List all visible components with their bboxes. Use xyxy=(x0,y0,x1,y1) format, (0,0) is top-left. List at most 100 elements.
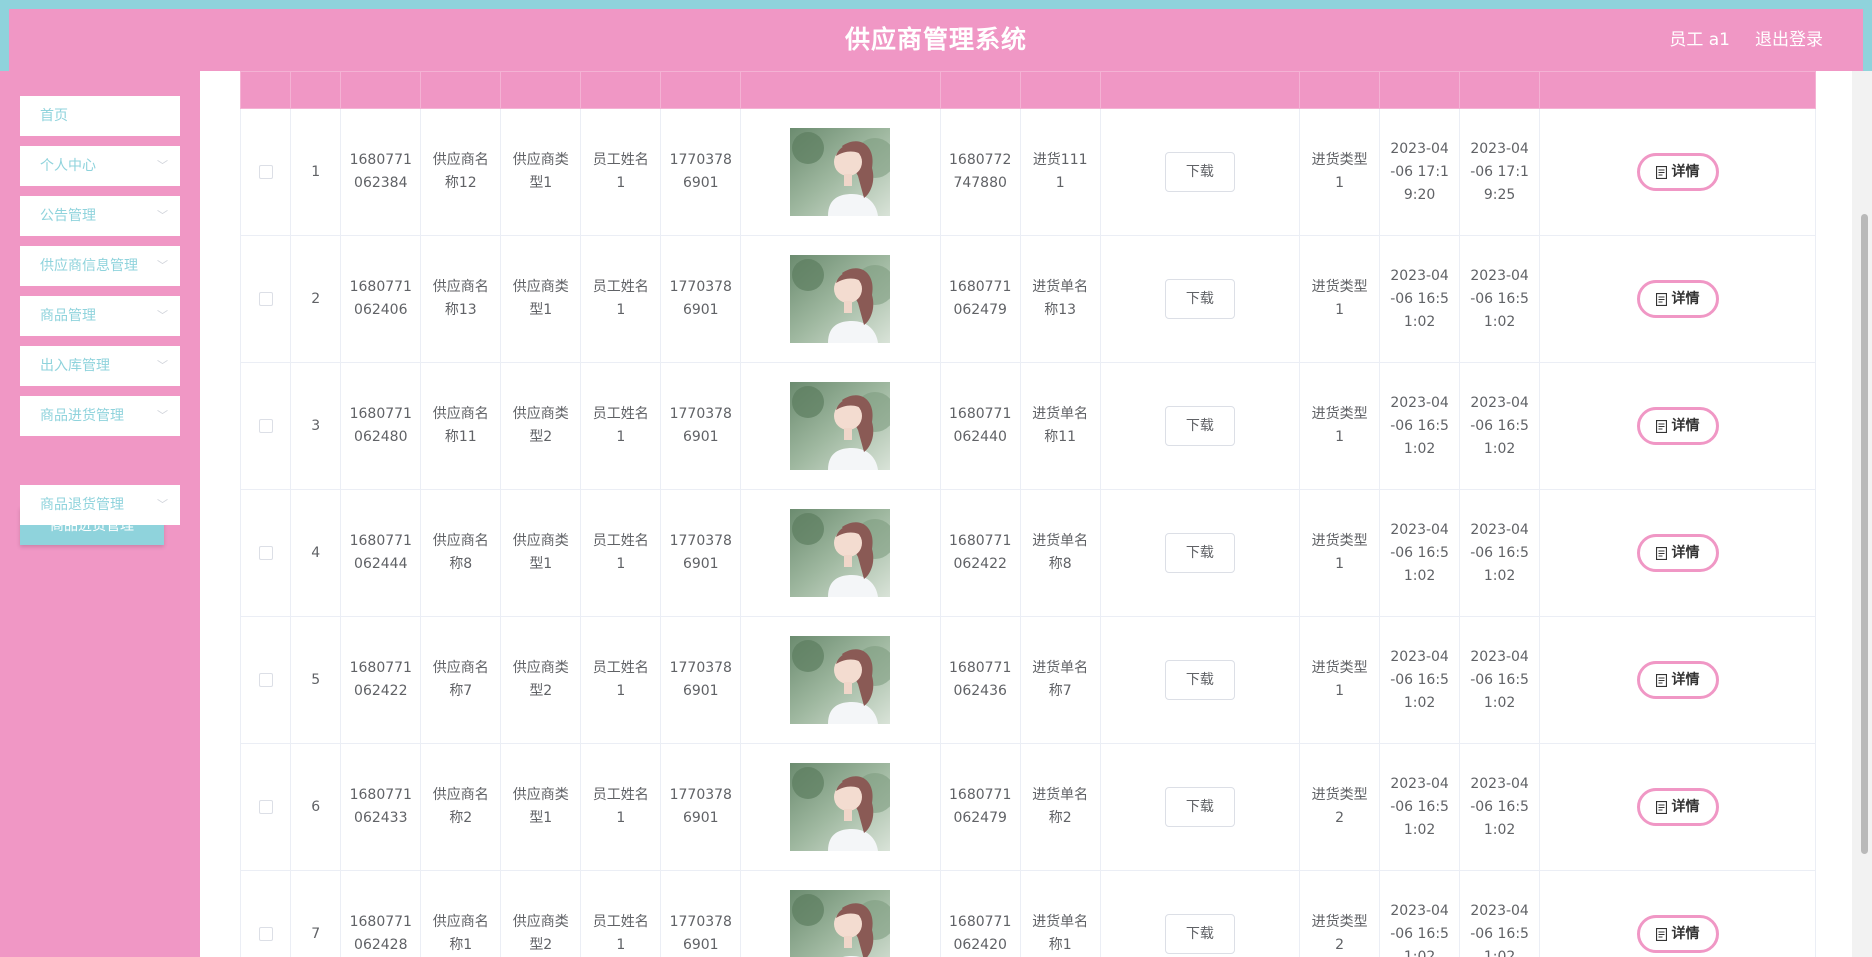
cell-purchase-type: 进货类型2 xyxy=(1299,870,1381,957)
cell-staff-name: 员工姓名1 xyxy=(580,108,662,236)
sidebar-item-0[interactable]: 首页 xyxy=(20,96,180,136)
detail-label: 详情 xyxy=(1671,417,1700,434)
sidebar-item-6[interactable]: 商品进货管理 ﹀ xyxy=(20,396,180,436)
detail-label: 详情 xyxy=(1671,925,1700,942)
cell-phone: 17703786901 xyxy=(660,489,742,617)
download-button[interactable]: 下载 xyxy=(1164,660,1235,700)
cell-order-no: 1680771062420 xyxy=(939,870,1021,957)
document-icon xyxy=(1655,419,1667,433)
cell-purchase-type: 进货类型1 xyxy=(1299,489,1381,617)
action-cell: 详情 xyxy=(1539,743,1816,871)
table-row: 7 1680771062428 供应商名称1 供应商类型2 员工姓名1 177037869… xyxy=(239,870,1816,957)
download-button[interactable]: 下载 xyxy=(1164,406,1235,446)
cell-purchase-type: 进货类型1 xyxy=(1299,616,1381,744)
sidebar-item-label: 供应商信息管理 xyxy=(40,258,138,274)
cell-time1: 2023-04-06 17:19:20 xyxy=(1379,108,1461,236)
action-cell: 详情 xyxy=(1539,616,1816,744)
image-cell xyxy=(740,616,941,744)
sidebar-item-1[interactable]: 个人中心 ﹀ xyxy=(20,146,180,186)
cell-supplier-name: 供应商名称1 xyxy=(420,870,502,957)
row-checkbox[interactable] xyxy=(258,926,273,941)
cell-time2: 2023-04-06 16:51:02 xyxy=(1459,235,1541,363)
chevron-down-icon: ﹀ xyxy=(157,309,168,322)
cell-purchase-type: 进货类型1 xyxy=(1299,108,1381,236)
sidebar-item-returns[interactable]: 商品退货管理 ﹀ xyxy=(20,485,180,525)
table-header-row xyxy=(239,71,1816,109)
detail-button[interactable]: 详情 xyxy=(1636,280,1719,318)
document-icon xyxy=(1655,927,1667,941)
detail-label: 详情 xyxy=(1671,671,1700,688)
cell-order-name: 进货单名称2 xyxy=(1019,743,1101,871)
table-row: 2 1680771062406 供应商名称13 供应商类型1 员工姓名1 17703786… xyxy=(239,235,1816,363)
sidebar-item-5[interactable]: 出入库管理 ﹀ xyxy=(20,346,180,386)
row-checkbox[interactable] xyxy=(258,799,273,814)
cell-time1: 2023-04-06 16:51:02 xyxy=(1379,870,1461,957)
sidebar-item-3[interactable]: 供应商信息管理 ﹀ xyxy=(20,246,180,286)
cell-no: 1680771062384 xyxy=(340,108,422,236)
detail-button[interactable]: 详情 xyxy=(1636,915,1719,953)
table-row: 1 1680771062384 供应商名称12 供应商类型1 员工姓名1 17703786… xyxy=(239,108,1816,236)
cell-supplier-type: 供应商类型1 xyxy=(500,108,582,236)
portrait-photo xyxy=(790,763,891,851)
cell-order-no: 1680772747880 xyxy=(939,108,1021,236)
download-cell: 下载 xyxy=(1099,870,1301,957)
sidebar-item-2[interactable]: 公告管理 ﹀ xyxy=(20,196,180,236)
cell-no: 1680771062406 xyxy=(340,235,422,363)
cell-supplier-name: 供应商名称12 xyxy=(420,108,502,236)
detail-button[interactable]: 详情 xyxy=(1636,661,1719,699)
cell-order-name: 进货1111 xyxy=(1019,108,1101,236)
row-select-cell xyxy=(239,108,292,236)
download-button[interactable]: 下载 xyxy=(1164,279,1235,319)
row-checkbox[interactable] xyxy=(258,418,273,433)
index-cell: 6 xyxy=(290,743,342,871)
cell-time2: 2023-04-06 16:51:02 xyxy=(1459,870,1541,957)
row-checkbox[interactable] xyxy=(258,291,273,306)
logout-link[interactable]: 退出登录 xyxy=(1755,9,1823,71)
scrollbar-thumb[interactable] xyxy=(1861,214,1868,854)
document-icon xyxy=(1655,165,1667,179)
cell-time1: 2023-04-06 16:51:02 xyxy=(1379,362,1461,490)
cell-no: 1680771062433 xyxy=(340,743,422,871)
row-checkbox[interactable] xyxy=(258,164,273,179)
cell-order-no: 1680771062422 xyxy=(939,489,1021,617)
cell-staff-name: 员工姓名1 xyxy=(580,235,662,363)
table-row: 3 1680771062480 供应商名称11 供应商类型2 员工姓名1 17703786… xyxy=(239,362,1816,490)
download-button[interactable]: 下载 xyxy=(1164,914,1235,954)
index-cell: 3 xyxy=(290,362,342,490)
cell-supplier-type: 供应商类型1 xyxy=(500,489,582,617)
sidebar-item-4[interactable]: 商品管理 ﹀ xyxy=(20,296,180,336)
chevron-down-icon: ﹀ xyxy=(157,498,168,511)
download-button[interactable]: 下载 xyxy=(1164,152,1235,192)
detail-button[interactable]: 详情 xyxy=(1636,407,1719,445)
detail-button[interactable]: 详情 xyxy=(1636,153,1719,191)
document-icon xyxy=(1655,800,1667,814)
index-cell: 1 xyxy=(290,108,342,236)
document-icon xyxy=(1655,292,1667,306)
sidebar-item-label: 商品进货管理 xyxy=(40,408,124,424)
cell-order-name: 进货单名称1 xyxy=(1019,870,1101,957)
action-cell: 详情 xyxy=(1539,362,1816,490)
cell-staff-name: 员工姓名1 xyxy=(580,362,662,490)
cell-no: 1680771062422 xyxy=(340,616,422,744)
cell-time2: 2023-04-06 16:51:02 xyxy=(1459,616,1541,744)
portrait-photo xyxy=(790,890,891,957)
cell-purchase-type: 进货类型1 xyxy=(1299,362,1381,490)
image-cell xyxy=(740,235,941,363)
current-user: 员工 a1 xyxy=(1669,30,1730,50)
app-title: 供应商管理系统 xyxy=(844,25,1027,54)
detail-button[interactable]: 详情 xyxy=(1636,788,1719,826)
row-select-cell xyxy=(239,362,292,490)
row-checkbox[interactable] xyxy=(258,545,273,560)
index-cell: 5 xyxy=(290,616,342,744)
download-cell: 下载 xyxy=(1099,235,1301,363)
index-cell: 2 xyxy=(290,235,342,363)
cell-order-name: 进货单名称13 xyxy=(1019,235,1101,363)
detail-button[interactable]: 详情 xyxy=(1636,534,1719,572)
download-button[interactable]: 下载 xyxy=(1164,533,1235,573)
download-cell: 下载 xyxy=(1099,489,1301,617)
chevron-down-icon: ﹀ xyxy=(157,359,168,372)
index-cell: 4 xyxy=(290,489,342,617)
download-button[interactable]: 下载 xyxy=(1164,787,1235,827)
row-checkbox[interactable] xyxy=(258,672,273,687)
action-cell: 详情 xyxy=(1539,235,1816,363)
